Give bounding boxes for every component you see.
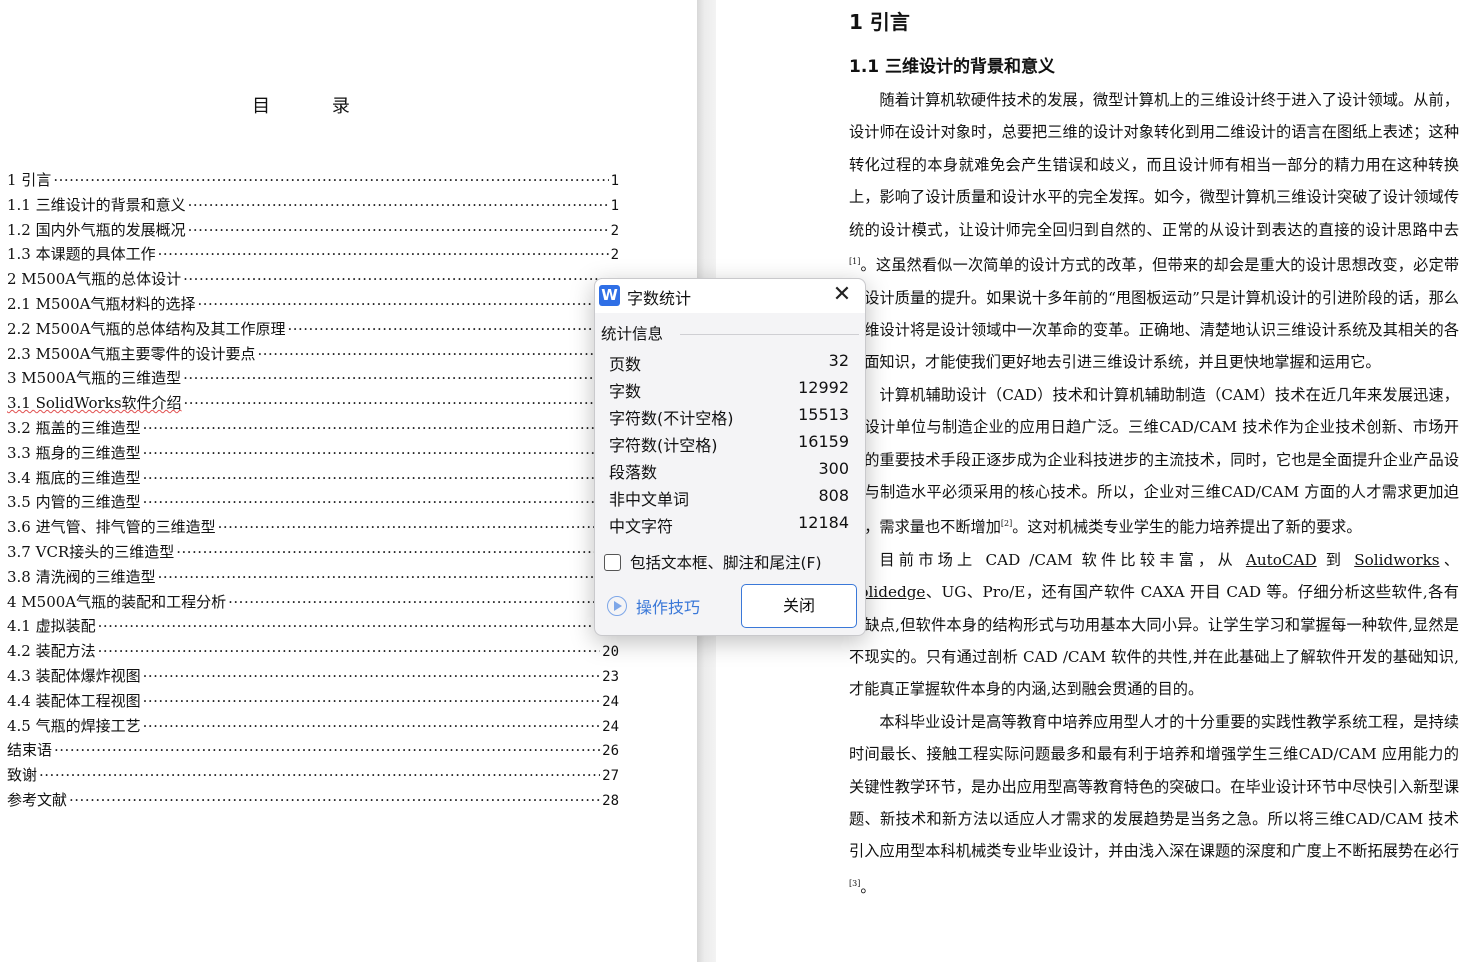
close-button[interactable]: 关闭 [741, 584, 857, 628]
toc-leader [188, 221, 609, 239]
citation: [2] [1000, 519, 1013, 529]
toc-entry[interactable]: 4.2 装配方法20 [7, 640, 619, 665]
paragraph: 计算机辅助设计（CAD）技术和计算机辅助制造（CAM）技术在近几年来发展迅速，在… [849, 385, 1459, 537]
toc-entry[interactable]: 4 M500A气瓶的装配和工程分析 [7, 591, 619, 616]
toc-entry[interactable]: 参考文献28 [7, 789, 619, 814]
word-count-dialog: W 字数统计 ✕ 统计信息 页数 32 字数 12992 字符数(不计空格) 1551… [594, 278, 866, 636]
divider [680, 334, 859, 335]
stat-row-non-chinese-words: 非中文单词 808 [609, 486, 849, 509]
toc-entry[interactable]: 1.3 本课题的具体工作2 [7, 243, 619, 268]
toc-entry[interactable]: 3.4 瓶底的三维造型 [7, 467, 619, 492]
toc-entry[interactable]: 4.3 装配体爆炸视图23 [7, 665, 619, 690]
toc-leader [54, 741, 600, 759]
toc-leader [143, 717, 601, 735]
body-text: 随着计算机软硬件技术的发展，微型计算机上的三维设计终于进入了设计领域。从前，设计… [849, 84, 1459, 903]
toc-entry[interactable]: 2.3 M500A气瓶主要零件的设计要点 [7, 343, 619, 368]
paragraph: 本科毕业设计是高等教育中培养应用型人才的十分重要的实践性教学系统工程，是持续时间… [849, 712, 1459, 896]
toc-leader [143, 469, 617, 487]
toc-entry[interactable]: 2.1 M500A气瓶材料的选择 [7, 293, 619, 318]
toc-entry[interactable]: 3.1 SolidWorks软件介绍 [7, 392, 619, 417]
citation: [1] [849, 257, 861, 267]
toc-leader [98, 617, 617, 635]
tips-link[interactable]: 操作技巧 [607, 594, 700, 618]
include-textboxes-checkbox[interactable] [604, 553, 621, 571]
toc-entry[interactable]: 3.2 瓶盖的三维造型 [7, 417, 619, 442]
toc-leader [53, 171, 608, 189]
close-icon[interactable]: ✕ [829, 282, 855, 308]
toc-leader [188, 196, 609, 214]
toc-entry[interactable]: 3 M500A气瓶的三维造型 [7, 367, 619, 392]
toc-leader [218, 518, 617, 536]
include-textboxes-checkbox-row[interactable]: 包括文本框、脚注和尾注(F) [604, 551, 822, 573]
toc-list: 1 引言1 1.1 三维设计的背景和意义1 1.2 国内外气瓶的发展概况2 1.… [7, 169, 619, 814]
dialog-title: 字数统计 [627, 289, 692, 308]
toc-entry[interactable]: 致谢27 [7, 764, 619, 789]
underlined-term: Solidworks [1354, 550, 1440, 569]
toc-entry[interactable]: 1.1 三维设计的背景和意义1 [7, 194, 619, 219]
checkbox-label: 包括文本框、脚注和尾注(F) [630, 554, 822, 572]
toc-leader [287, 320, 617, 338]
toc-title: 目 录 [252, 96, 378, 117]
toc-entry[interactable]: 1 引言1 [7, 169, 619, 194]
toc-leader [143, 667, 601, 685]
paragraph: 目前市场上 CAD /CAM 软件比较丰富，从 AutoCAD 到 Solidw… [849, 550, 1460, 699]
toc-leader [39, 766, 600, 784]
spellcheck-word: 3.1 SolidWorks软件介绍 [7, 394, 182, 413]
toc-entry[interactable]: 结束语26 [7, 739, 619, 764]
stat-row-words: 字数 12992 [609, 378, 849, 401]
toc-entry[interactable]: 2.2 M500A气瓶的总体结构及其工作原理 [7, 318, 619, 343]
toc-entry[interactable]: 4.4 装配体工程视图24 [7, 690, 619, 715]
citation: [3] [849, 878, 861, 888]
toc-leader [197, 295, 617, 313]
toc-entry[interactable]: 3.3 瓶身的三维造型 [7, 442, 619, 467]
toc-entry[interactable]: 4.1 虚拟装配 [7, 615, 619, 640]
toc-leader [257, 345, 617, 363]
dialog-header[interactable]: W 字数统计 ✕ [595, 279, 865, 313]
stat-row-chars-with-spaces: 字符数(计空格) 16159 [609, 432, 849, 455]
toc-leader [158, 568, 617, 586]
underlined-term: AutoCAD [1245, 550, 1317, 569]
chapter-heading: 1 引言 [849, 10, 910, 34]
toc-entry[interactable]: 1.2 国内外气瓶的发展概况2 [7, 219, 619, 244]
toc-entry[interactable]: 2 M500A气瓶的总体设计 [7, 268, 619, 293]
toc-leader [69, 791, 600, 809]
tips-label: 操作技巧 [636, 598, 701, 617]
wps-logo-icon: W [599, 285, 620, 306]
toc-leader [183, 369, 617, 387]
toc-leader [158, 245, 609, 263]
toc-leader [184, 394, 617, 412]
stat-row-chars-no-spaces: 字符数(不计空格) 15513 [609, 405, 849, 428]
toc-entry[interactable]: 3.6 进气管、排气管的三维造型 [7, 516, 619, 541]
toc-leader [228, 593, 617, 611]
toc-entry[interactable]: 3.5 内管的三维造型 [7, 491, 619, 516]
toc-leader [176, 543, 617, 561]
toc-entry[interactable]: 3.7 VCR接头的三维造型 [7, 541, 619, 566]
toc-page: 目 录 1 引言1 1.1 三维设计的背景和意义1 1.2 国内外气瓶的发展概况… [0, 0, 697, 962]
toc-entry[interactable]: 3.8 清洗阀的三维造型 [7, 566, 619, 591]
stat-row-pages: 页数 32 [609, 351, 849, 374]
stats-group-label: 统计信息 [601, 325, 664, 343]
toc-leader [183, 270, 617, 288]
play-icon [607, 596, 627, 616]
stat-row-paragraphs: 段落数 300 [609, 459, 849, 482]
paragraph: 随着计算机软硬件技术的发展，微型计算机上的三维设计终于进入了设计领域。从前，设计… [849, 91, 1459, 372]
section-heading: 1.1 三维设计的背景和意义 [849, 57, 1056, 77]
toc-leader [98, 642, 601, 660]
toc-leader [143, 419, 617, 437]
toc-leader [143, 493, 617, 511]
toc-leader [143, 444, 617, 462]
toc-leader [143, 692, 601, 710]
toc-entry[interactable]: 4.5 气瓶的焊接工艺24 [7, 715, 619, 740]
stat-row-chinese-chars: 中文字符 12184 [609, 513, 849, 536]
